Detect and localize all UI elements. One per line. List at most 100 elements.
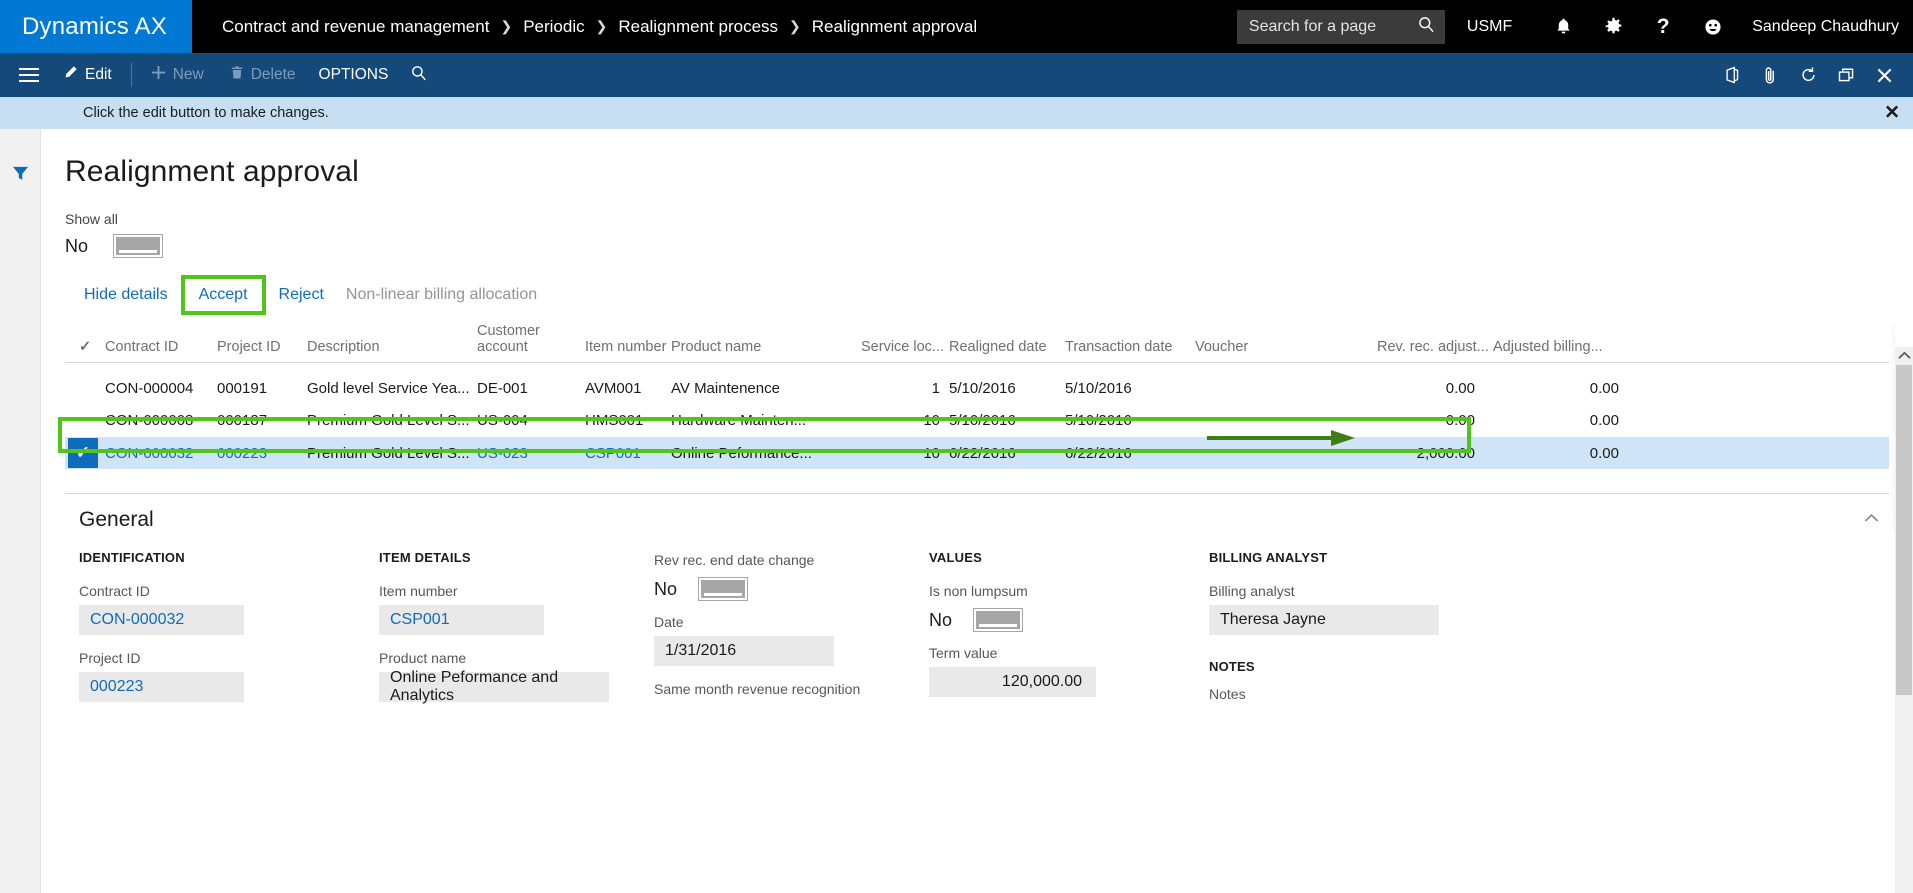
message-bar-close-icon[interactable]: ✕ xyxy=(1884,104,1900,123)
cell-customer-account[interactable]: US-023 xyxy=(477,445,585,462)
show-all-toggle[interactable] xyxy=(113,234,164,258)
company-label[interactable]: USMF xyxy=(1467,18,1512,36)
grid-header-item-number[interactable]: Item number xyxy=(585,339,671,355)
grid-header-service-loc[interactable]: Service loc... xyxy=(861,339,949,355)
identification-heading: IDENTIFICATION xyxy=(79,550,185,565)
grid-header-customer-account[interactable]: Customer account xyxy=(477,323,585,355)
product-name-value[interactable]: Online Peformance and Analytics xyxy=(379,669,609,704)
cell-item-number[interactable]: CSP001 xyxy=(585,445,671,462)
office-icon[interactable] xyxy=(1713,53,1751,97)
message-bar-text: Click the edit button to make changes. xyxy=(83,105,329,121)
cell-adjusted-billing: 0.00 xyxy=(1589,411,1619,429)
grid-action-links: Hide details Accept Reject Non-linear bi… xyxy=(41,257,1913,315)
new-button[interactable]: New xyxy=(138,53,217,97)
plus-icon xyxy=(151,65,166,85)
project-id-field: Project ID 000223 xyxy=(79,650,379,702)
pencil-icon xyxy=(63,65,78,85)
delete-button[interactable]: Delete xyxy=(217,53,309,97)
product-name-label: Product name xyxy=(379,650,467,666)
action-toolbar-right-icons xyxy=(1713,53,1913,97)
is-non-lumpsum-toggle[interactable] xyxy=(973,608,1024,632)
magnifier-icon xyxy=(411,65,427,86)
page-title: Realignment approval xyxy=(65,155,359,188)
cell-rev-rec-adjust: 2,000.00 xyxy=(1416,444,1475,462)
window-restore-icon[interactable] xyxy=(1827,53,1865,97)
close-icon[interactable] xyxy=(1865,53,1903,97)
help-question-icon[interactable]: ? xyxy=(1638,0,1688,53)
refresh-icon[interactable] xyxy=(1789,53,1827,97)
breadcrumb-item-module[interactable]: Contract and revenue management xyxy=(222,17,489,37)
breadcrumb-item-process[interactable]: Realignment process xyxy=(618,17,778,37)
page-scroll-up-chevron-icon[interactable] xyxy=(1895,349,1913,363)
reject-button[interactable]: Reject xyxy=(268,280,335,310)
item-details-group: ITEM DETAILS Item number CSP001 Product … xyxy=(379,550,654,717)
cell-transaction-date: 5/10/2016 xyxy=(1065,411,1132,429)
item-number-value[interactable]: CSP001 xyxy=(379,605,544,635)
table-row[interactable]: CON-000008 000187 Premium Gold Level S..… xyxy=(65,404,1889,436)
grid-header-adjusted-billing[interactable]: Adjusted billing... xyxy=(1489,339,1629,355)
grid-header-realigned-date[interactable]: Realigned date xyxy=(949,339,1065,355)
search-input[interactable]: Search for a page xyxy=(1236,9,1445,44)
cell-contract-id: CON-000004 xyxy=(105,379,194,397)
rev-rec-end-date-change-toggle[interactable] xyxy=(698,577,749,601)
term-value-value[interactable]: 120,000.00 xyxy=(929,667,1096,697)
hide-details-button[interactable]: Hide details xyxy=(73,280,179,310)
project-id-value[interactable]: 000223 xyxy=(79,672,244,702)
feedback-smiley-icon[interactable] xyxy=(1688,0,1738,53)
grid-header-select-all[interactable]: ✓ xyxy=(65,339,105,355)
toolbar-search-button[interactable] xyxy=(401,53,440,97)
options-button[interactable]: OPTIONS xyxy=(309,53,402,97)
term-value-label: Term value xyxy=(929,645,998,661)
cell-realigned-date: 5/10/2016 xyxy=(949,379,1016,397)
date-value[interactable]: 1/31/2016 xyxy=(654,636,834,666)
settings-gear-icon[interactable] xyxy=(1588,0,1638,53)
page-content: Realignment approval Show all No Hide de… xyxy=(41,129,1913,893)
cell-transaction-date: 6/22/2016 xyxy=(1065,444,1132,462)
notifications-bell-icon[interactable] xyxy=(1538,0,1588,53)
date-label: Date xyxy=(654,614,684,630)
grid-header-voucher[interactable]: Voucher xyxy=(1195,339,1329,355)
contract-id-value[interactable]: CON-000032 xyxy=(79,605,244,635)
table-row[interactable]: CON-000004 000191 Gold level Service Yea… xyxy=(65,372,1889,404)
billing-analyst-value[interactable]: Theresa Jayne xyxy=(1209,605,1439,635)
grid-header-project-id[interactable]: Project ID xyxy=(217,339,307,355)
edit-button[interactable]: Edit xyxy=(50,53,125,97)
non-linear-billing-allocation-button[interactable]: Non-linear billing allocation xyxy=(335,280,548,310)
cell-customer-account: DE-001 xyxy=(477,379,528,397)
breadcrumb-chevron-icon: ❯ xyxy=(595,17,608,34)
filter-funnel-icon[interactable] xyxy=(11,164,30,893)
grid-header-transaction-date[interactable]: Transaction date xyxy=(1065,339,1195,355)
page-scrollbar-thumb[interactable] xyxy=(1896,365,1912,695)
breadcrumb-item-periodic[interactable]: Periodic xyxy=(523,17,584,37)
grid-header-contract-id[interactable]: Contract ID xyxy=(105,339,217,355)
contract-id-field: Contract ID CON-000032 xyxy=(79,583,379,635)
cell-contract-id[interactable]: CON-000032 xyxy=(105,445,217,462)
general-section-title[interactable]: General xyxy=(65,508,1889,532)
general-columns: IDENTIFICATION Contract ID CON-000032 Pr… xyxy=(65,532,1889,717)
breadcrumb-chevron-icon: ❯ xyxy=(500,17,513,34)
same-month-revenue-recognition-label: Same month revenue recognition xyxy=(654,681,861,697)
show-all-field: Show all No xyxy=(41,189,1913,258)
user-name-label[interactable]: Sandeep Chaudhury xyxy=(1752,18,1899,36)
grid-header-description[interactable]: Description xyxy=(307,339,477,355)
is-non-lumpsum-field: No xyxy=(929,608,1209,632)
breadcrumb-item-current[interactable]: Realignment approval xyxy=(812,17,977,37)
grid-header-rev-rec-adjust[interactable]: Rev. rec. adjust... xyxy=(1329,339,1489,355)
general-collapse-chevron-icon[interactable] xyxy=(1864,510,1879,528)
general-fasttab: General IDENTIFICATION Contract ID CON-0… xyxy=(65,493,1889,717)
billing-analyst-field: Billing analyst Theresa Jayne xyxy=(1209,583,1489,635)
app-brand-logo[interactable]: Dynamics AX xyxy=(0,0,192,53)
cell-project-id[interactable]: 000223 xyxy=(217,445,307,462)
grid-header-product-name[interactable]: Product name xyxy=(671,339,861,355)
navigation-menu-icon[interactable] xyxy=(8,53,50,97)
is-non-lumpsum-label: Is non lumpsum xyxy=(929,583,1028,599)
table-row-selected[interactable]: ✓ CON-000032 000223 Premium Gold Level S… xyxy=(65,437,1889,469)
cell-customer-account: US-004 xyxy=(477,411,528,429)
trash-icon xyxy=(230,65,244,85)
page-vertical-scrollbar[interactable] xyxy=(1895,129,1913,893)
product-name-field: Product name Online Peformance and Analy… xyxy=(379,650,654,704)
accept-button[interactable]: Accept xyxy=(180,275,266,315)
attachment-icon[interactable] xyxy=(1751,53,1789,97)
cell-product-name: AV Maintenence xyxy=(671,379,780,397)
cell-product-name: Hardware Mainten... xyxy=(671,411,807,429)
